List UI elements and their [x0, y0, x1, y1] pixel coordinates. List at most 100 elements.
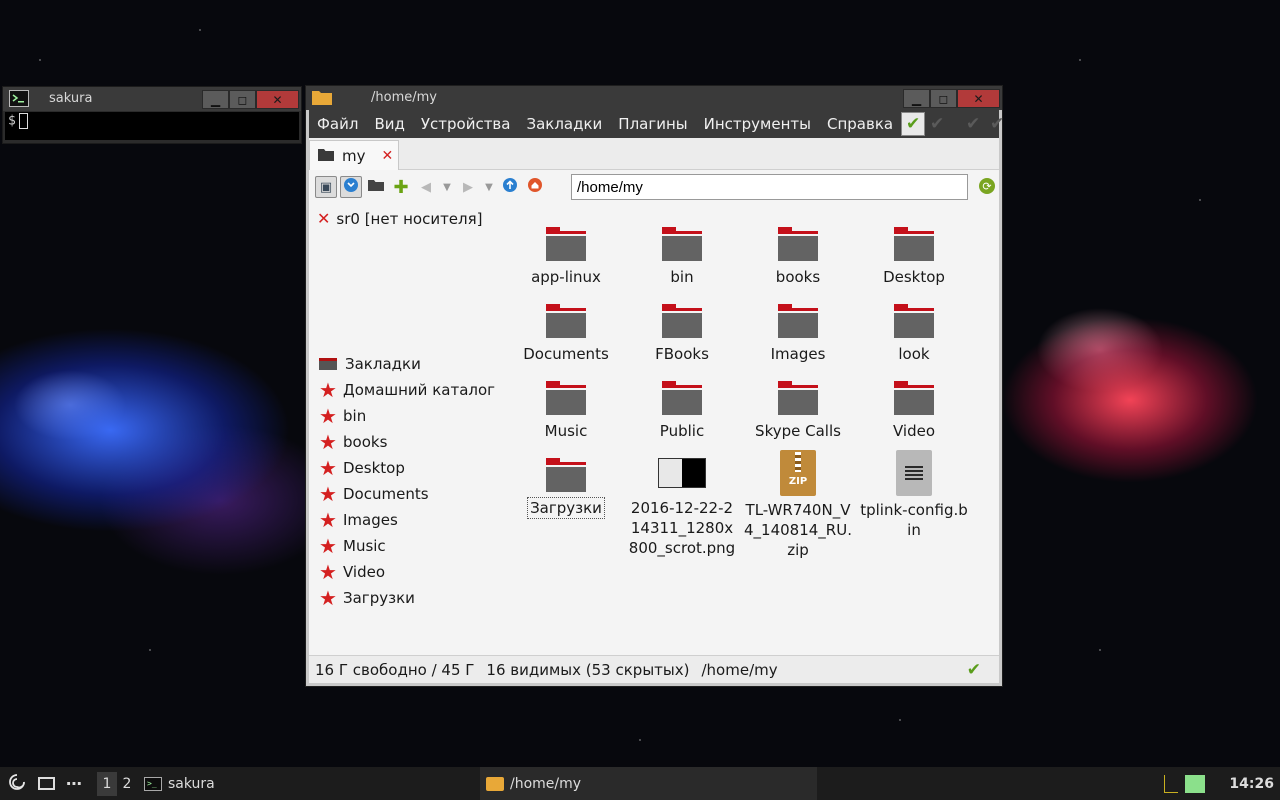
more-button[interactable]: ⋯	[66, 767, 82, 800]
desktop-2-button[interactable]: 2	[117, 772, 137, 796]
maximize-button[interactable]: ◻	[930, 89, 957, 108]
tab-home-my[interactable]: my ✕	[309, 140, 399, 170]
refresh-icon[interactable]: ⟳	[979, 178, 995, 194]
terminal-icon: >_	[144, 776, 162, 791]
close-button[interactable]: ✕	[256, 90, 299, 109]
folder-item[interactable]: books	[741, 227, 855, 287]
menu-devices[interactable]: Устройства	[413, 110, 519, 138]
tab-label: my	[342, 146, 366, 165]
item-count: 16 видимых (53 скрытых)	[486, 660, 690, 679]
bookmark-video[interactable]: ★ Video	[315, 559, 495, 585]
task-status-button[interactable]: ✔	[985, 112, 1009, 136]
plus-icon: ✚	[393, 176, 409, 198]
item-label: tplink-config.bin	[860, 501, 968, 539]
chevron-down-icon: ▼	[443, 181, 451, 193]
item-label: 2016-12-22-214311_1280x800_scrot.png	[628, 499, 736, 557]
task-status-button[interactable]: ✔	[925, 112, 949, 136]
folder-icon	[486, 776, 504, 791]
close-icon: ✕	[272, 92, 283, 107]
bookmark-home[interactable]: ★ Домашний каталог	[315, 377, 495, 403]
bookmark-images[interactable]: ★ Images	[315, 507, 495, 533]
menu-tools[interactable]: Инструменты	[696, 110, 819, 138]
minimize-icon: ▁	[210, 92, 221, 107]
task-status-button[interactable]: ✔	[901, 112, 926, 136]
bookmark-downloads[interactable]: ★ Загрузки	[315, 585, 495, 611]
download-icon	[343, 177, 359, 197]
file-item[interactable]: 2016-12-22-214311_1280x800_scrot.png	[625, 458, 739, 558]
terminal-output[interactable]: $	[5, 112, 299, 140]
close-icon[interactable]: ✕	[382, 148, 394, 164]
clock[interactable]: 14:26	[1229, 767, 1274, 800]
task-status-button[interactable]: ✔	[961, 112, 985, 136]
folder-item[interactable]: Skype Calls	[741, 381, 855, 441]
path-input[interactable]	[571, 174, 968, 200]
star-icon: ★	[319, 430, 337, 454]
toggle-sidebar-button[interactable]: ▣	[315, 176, 337, 198]
star-icon: ★	[319, 534, 337, 558]
show-desktop-button[interactable]	[38, 767, 55, 800]
menu-view[interactable]: Вид	[366, 110, 412, 138]
parent-folder-button[interactable]	[499, 176, 521, 198]
arrow-left-icon: ◀	[421, 179, 431, 195]
item-label: Video	[892, 422, 936, 440]
back-button[interactable]: ◀	[415, 176, 437, 198]
menu-plugins[interactable]: Плагины	[610, 110, 695, 138]
new-tab-button[interactable]: ✚	[390, 176, 412, 198]
forward-button[interactable]: ▶	[457, 176, 479, 198]
terminal-window: sakura ▁ ◻ ✕ $	[2, 86, 302, 144]
folder-item[interactable]: bin	[625, 227, 739, 287]
check-icon: ✔	[905, 114, 921, 134]
folder-item[interactable]: Public	[625, 381, 739, 441]
menu-bookmarks[interactable]: Закладки	[518, 110, 610, 138]
bookmark-documents[interactable]: ★ Documents	[315, 481, 495, 507]
folder-item[interactable]: Video	[857, 381, 971, 441]
folder-item[interactable]: look	[857, 304, 971, 364]
desktop-1-button[interactable]: 1	[97, 771, 117, 796]
bookmark-books[interactable]: ★ books	[315, 429, 495, 455]
check-icon: ✔	[966, 659, 981, 680]
minimize-button[interactable]: ▁	[202, 90, 229, 109]
folder-item[interactable]: Загрузки	[509, 458, 623, 519]
new-folder-button[interactable]	[365, 176, 387, 198]
folder-item[interactable]: Music	[509, 381, 623, 441]
bookmark-desktop[interactable]: ★ Desktop	[315, 455, 495, 481]
maximize-icon: ◻	[237, 92, 248, 107]
menu-file[interactable]: Файл	[309, 110, 366, 138]
close-button[interactable]: ✕	[957, 89, 1000, 108]
terminal-title: sakura	[49, 91, 93, 106]
close-icon: ✕	[973, 91, 984, 106]
file-item[interactable]: tplink-config.bin	[857, 450, 971, 540]
file-item[interactable]: ZIP TL-WR740N_V4_140814_RU.zip	[741, 450, 855, 560]
home-button[interactable]	[524, 176, 546, 198]
toggle-bookmarks-button[interactable]	[340, 176, 362, 198]
folder-item[interactable]: app-linux	[509, 227, 623, 287]
folder-icon	[312, 89, 332, 109]
bookmark-music[interactable]: ★ Music	[315, 533, 495, 559]
task-file-manager[interactable]: /home/my	[480, 767, 817, 800]
debian-swirl-icon	[8, 773, 26, 795]
maximize-button[interactable]: ◻	[229, 90, 256, 109]
folder-icon	[778, 227, 818, 261]
minimize-button[interactable]: ▁	[903, 89, 930, 108]
back-history-button[interactable]: ▼	[440, 176, 454, 198]
fm-title: /home/my	[371, 90, 437, 105]
folder-item[interactable]: FBooks	[625, 304, 739, 364]
start-menu-button[interactable]	[8, 767, 26, 800]
star-icon: ★	[319, 456, 337, 480]
folder-item[interactable]: Images	[741, 304, 855, 364]
folder-item[interactable]: Desktop	[857, 227, 971, 287]
fm-titlebar[interactable]: /home/my ▁ ◻ ✕	[306, 86, 1002, 110]
device-item-sr0[interactable]: ✕ sr0 [нет носителя]	[317, 209, 483, 228]
task-sakura[interactable]: >_ sakura	[144, 767, 474, 800]
folder-item[interactable]: Documents	[509, 304, 623, 364]
terminal-titlebar[interactable]: sakura ▁ ◻ ✕	[3, 87, 301, 111]
bookmark-bin[interactable]: ★ bin	[315, 403, 495, 429]
check-icon: ✔	[929, 114, 945, 134]
forward-history-button[interactable]: ▼	[482, 176, 496, 198]
device-label: sr0 [нет носителя]	[336, 209, 483, 228]
item-label: FBooks	[655, 345, 709, 363]
menu-help[interactable]: Справка	[819, 110, 901, 138]
item-label: bin	[670, 268, 694, 286]
free-space: 16 Г свободно / 45 Г	[315, 660, 475, 679]
item-label: TL-WR740N_V4_140814_RU.zip	[744, 501, 852, 559]
